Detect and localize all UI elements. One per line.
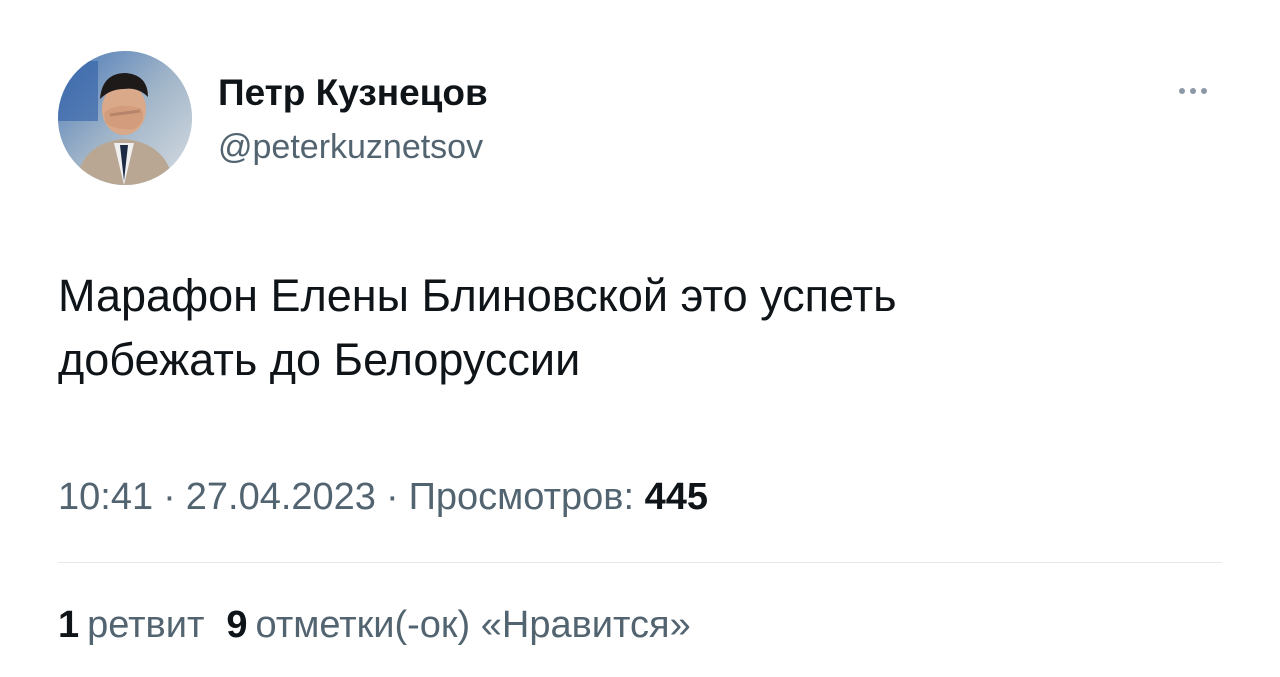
likes-count: 9: [226, 604, 248, 646]
tweet-text-line: Марафон Елены Блиновской это успеть: [58, 270, 897, 321]
retweets-label: ретвит: [87, 604, 205, 646]
retweets-count: 1: [58, 604, 80, 646]
dot: [1201, 88, 1207, 94]
meta-separator: ·: [163, 476, 176, 518]
tweet-date[interactable]: 27.04.2023: [186, 476, 376, 518]
tweet-meta: 10:41 · 27.04.2023 · Просмотров: 445: [58, 472, 708, 522]
tweet-text-line: добежать до Белоруссии: [58, 334, 581, 385]
tweet-time[interactable]: 10:41: [58, 476, 153, 518]
likes-stat[interactable]: 9 отметки(-ок) «Нравится»: [226, 604, 690, 646]
dot: [1190, 88, 1196, 94]
avatar-photo: [58, 51, 192, 185]
avatar[interactable]: [58, 51, 192, 185]
more-horizontal-icon[interactable]: [1166, 80, 1220, 102]
author-display-name[interactable]: Петр Кузнецов: [218, 71, 488, 115]
retweets-stat[interactable]: 1 ретвит: [58, 604, 204, 646]
views-label: Просмотров:: [408, 476, 635, 518]
divider: [58, 562, 1222, 563]
engagement-stats: 1 ретвит 9 отметки(-ок) «Нравится»: [58, 600, 691, 650]
dot: [1179, 88, 1185, 94]
meta-separator: ·: [385, 476, 399, 518]
likes-label: отметки(-ок) «Нравится»: [255, 604, 691, 646]
views-count: 445: [644, 476, 708, 518]
author-handle[interactable]: @peterkuznetsov: [218, 127, 483, 167]
tweet-text: Марафон Елены Блиновской это успеть добе…: [58, 264, 1198, 392]
